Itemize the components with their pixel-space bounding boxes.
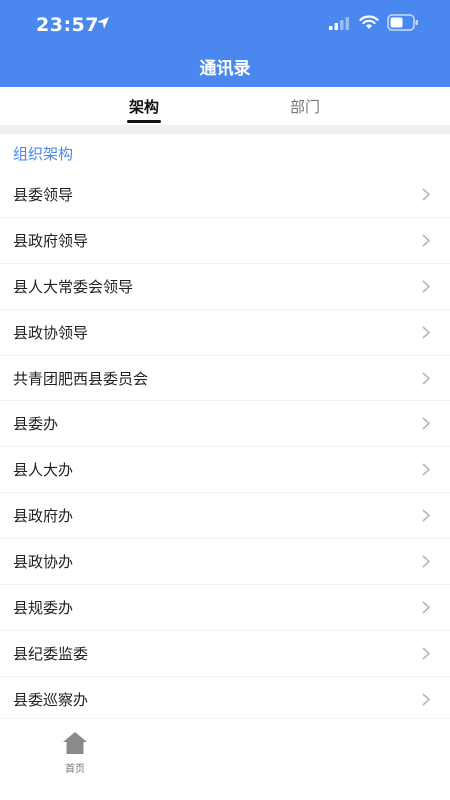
chevron-right-icon	[422, 326, 430, 339]
tab-bar-top: 架构 部门	[0, 87, 450, 125]
list-item[interactable]: 县政府办	[0, 493, 450, 540]
location-arrow-icon	[97, 17, 109, 29]
chevron-right-icon	[422, 188, 430, 201]
list-item-label: 县政府办	[13, 507, 74, 526]
tab-department[interactable]: 部门	[265, 96, 345, 117]
list-item[interactable]: 县政协领导	[0, 309, 450, 356]
list-item-label: 县政协办	[13, 553, 74, 572]
bottom-tab-bar: 首页	[0, 718, 450, 800]
active-tab-indicator	[127, 120, 161, 123]
tabbar-home-label: 首页	[65, 764, 85, 775]
chevron-right-icon	[422, 509, 430, 522]
list-item-label: 县人大办	[13, 461, 74, 480]
list-item[interactable]: 县纪委监委	[0, 630, 450, 677]
list-item-label: 县委巡察办	[13, 690, 89, 709]
list-item-label: 县人大常委会领导	[13, 277, 134, 296]
wifi-icon	[359, 15, 379, 29]
chevron-right-icon	[422, 234, 430, 247]
list-item[interactable]: 县政协办	[0, 539, 450, 586]
list-item-label: 县政协领导	[13, 323, 89, 342]
section-divider	[0, 125, 450, 134]
list-item[interactable]: 县委巡察办	[0, 676, 450, 723]
status-bar: 23:57	[0, 0, 450, 48]
app-header: 23:57 通讯录	[0, 0, 450, 87]
list-item-label: 县纪委监委	[13, 644, 89, 663]
chevron-right-icon	[422, 693, 430, 706]
chevron-right-icon	[422, 280, 430, 293]
home-icon	[63, 732, 87, 754]
tabbar-home[interactable]: 首页	[40, 725, 110, 785]
list-item-label: 县规委办	[13, 599, 74, 618]
chevron-right-icon	[422, 601, 430, 614]
chevron-right-icon	[422, 463, 430, 476]
section-title: 组织架构	[13, 145, 74, 163]
chevron-right-icon	[422, 371, 430, 385]
list-item[interactable]: 县人大常委会领导	[0, 263, 450, 310]
page-title: 通讯录	[199, 59, 251, 79]
list-item-label: 共青团肥西县委员会	[13, 369, 149, 388]
list-item-label: 县委办	[13, 415, 59, 434]
list-item[interactable]: 共青团肥西县委员会	[0, 355, 450, 402]
list-item[interactable]: 县人大办	[0, 447, 450, 494]
list-item[interactable]: 县委办	[0, 401, 450, 448]
battery-icon	[387, 14, 418, 31]
chevron-right-icon	[422, 647, 430, 660]
list-item[interactable]: 县政府领导	[0, 217, 450, 264]
list-item-label: 县政府领导	[13, 231, 89, 250]
chevron-right-icon	[422, 555, 430, 568]
list-item[interactable]: 县规委办	[0, 585, 450, 631]
list-item-label: 县委领导	[13, 186, 74, 204]
list-item[interactable]: 县委领导	[0, 172, 450, 218]
tab-structure[interactable]: 架构	[104, 96, 184, 117]
status-time: 23:57	[36, 14, 99, 36]
cellular-signal-icon	[329, 17, 349, 30]
chevron-right-icon	[422, 417, 430, 431]
org-list: 县委领导 县政府领导 县人大常委会领导 县政协领导 共青团肥西县委员会 县委办 …	[0, 172, 450, 723]
